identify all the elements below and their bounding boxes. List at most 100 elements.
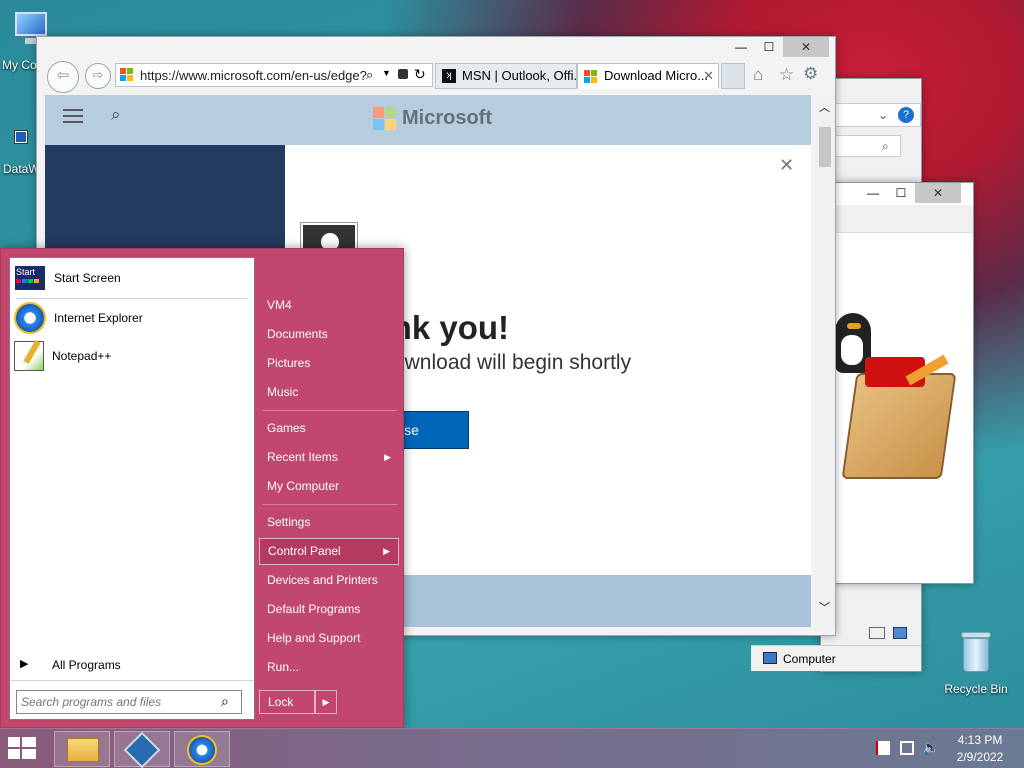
view-icon[interactable] [893, 627, 907, 639]
start-item-documents[interactable]: Documents [259, 322, 399, 346]
microsoft-logo-icon [120, 68, 134, 82]
home-icon[interactable]: ⌂ [753, 65, 763, 85]
explorer-address-bar[interactable]: ⌄ ? [821, 103, 921, 127]
window-controls: — ☐ ✕ [859, 183, 961, 203]
tab-label: MSN | Outlook, Offi... [462, 68, 577, 83]
start-item-help-and-support[interactable]: Help and Support [259, 626, 399, 650]
desktop-icon-label: Recycle Bin [944, 682, 1008, 696]
shortcut-icon [8, 116, 38, 146]
start-button[interactable] [8, 737, 36, 761]
start-screen-icon: Start [14, 265, 46, 291]
help-icon[interactable]: ? [898, 107, 914, 123]
network-icon[interactable] [900, 741, 914, 755]
clock-time: 4:13 PM [957, 733, 1003, 747]
minimize-icon[interactable]: — [859, 183, 887, 203]
close-icon[interactable]: ✕ [783, 37, 829, 57]
start-item-label: Recent Items [267, 450, 338, 464]
close-icon[interactable]: ✕ [915, 183, 961, 203]
all-programs-link[interactable]: ▶ All Programs [18, 654, 246, 676]
action-center-flag-icon[interactable] [876, 741, 890, 755]
msn-icon: ʞ [442, 69, 456, 83]
microsoft-logo-icon [584, 70, 598, 84]
program-notepad-plus-plus[interactable]: Notepad++ [14, 338, 250, 374]
url-text[interactable]: https://www.microsoft.com/en-us/edge? [140, 68, 367, 83]
refresh-icon[interactable]: ↻ [414, 66, 426, 83]
taskbar: 🔈 4:13 PM 2/9/2022 [0, 728, 1024, 768]
window-controls: — ☐ ✕ [727, 37, 829, 57]
internet-explorer-icon [14, 302, 46, 334]
triangle-right-icon: ▶ [383, 546, 390, 556]
lock-icon[interactable] [398, 69, 408, 79]
search-icon[interactable]: ⌕ [111, 105, 121, 125]
forward-button[interactable]: ⇨ [85, 63, 111, 89]
start-item-default-programs[interactable]: Default Programs [259, 597, 399, 621]
notepad-plus-plus-icon [14, 340, 44, 371]
start-item-pictures[interactable]: Pictures [259, 351, 399, 375]
internet-explorer-icon [187, 735, 217, 765]
start-item-devices-and-printers[interactable]: Devices and Printers [259, 568, 399, 592]
site-brand[interactable]: Microsoft [402, 107, 492, 130]
all-programs-label: All Programs [52, 658, 121, 672]
tab-download-edge[interactable]: Download Micro... ✕ [577, 63, 719, 89]
taskbar-virtualbox[interactable] [114, 731, 170, 768]
desktop-icon-label: DataW [3, 162, 40, 176]
virtualbox-icon [123, 731, 161, 768]
start-item-control-panel[interactable]: Control Panel ▶ [259, 538, 399, 565]
start-item-settings[interactable]: Settings [259, 510, 399, 534]
program-internet-explorer[interactable]: Internet Explorer [14, 300, 250, 336]
site-header: ⌕ Microsoft [45, 95, 811, 145]
volume-muted-icon[interactable]: 🔈 [922, 739, 939, 756]
favorites-star-icon[interactable]: ☆ [779, 65, 794, 85]
clock[interactable]: 4:13 PM 2/9/2022 [950, 733, 1010, 764]
maximize-icon[interactable]: ☐ [755, 37, 783, 57]
chevron-down-icon[interactable]: ﹀ [819, 599, 830, 615]
chevron-down-icon[interactable]: ⌄ [878, 108, 888, 122]
taskbar-file-explorer[interactable] [54, 731, 110, 767]
tux-toolbox-icon [835, 313, 975, 493]
recycle-bin-icon [959, 630, 993, 674]
microsoft-logo-icon [373, 107, 397, 131]
program-label: Internet Explorer [54, 311, 143, 325]
taskbar-internet-explorer[interactable] [174, 731, 230, 767]
address-bar[interactable]: https://www.microsoft.com/en-us/edge? ⌕ … [115, 63, 433, 87]
vertical-scrollbar[interactable]: ︿ ﹀ [815, 95, 835, 627]
image-window[interactable]: — ☐ ✕ [834, 182, 974, 584]
tab-msn[interactable]: ʞ MSN | Outlook, Offi... [435, 63, 577, 89]
start-item-my-computer[interactable]: My Computer [259, 474, 399, 498]
start-tile-text: Start [16, 267, 36, 277]
chevron-down-icon[interactable]: ▼ [382, 68, 391, 78]
triangle-right-icon: ▶ [20, 658, 29, 670]
view-icon[interactable] [869, 627, 885, 639]
start-item-recent-items[interactable]: Recent Items ▶ [259, 445, 399, 469]
lock-options-button[interactable]: ▶ [315, 690, 337, 714]
start-search-input[interactable] [21, 694, 211, 710]
program-start-screen[interactable]: Start Start Screen [14, 260, 250, 296]
back-button[interactable]: ⇦ [47, 61, 79, 93]
close-icon[interactable]: ✕ [779, 155, 794, 176]
search-icon[interactable]: ⌕ [366, 67, 373, 83]
hamburger-menu-icon[interactable] [63, 109, 83, 123]
start-item-vm4[interactable]: VM4 [259, 293, 399, 317]
menu-separator [263, 504, 397, 505]
folder-icon [67, 738, 99, 762]
start-item-run[interactable]: Run... [259, 655, 399, 679]
start-item-games[interactable]: Games [259, 416, 399, 440]
new-tab-button[interactable] [721, 63, 745, 89]
close-tab-icon[interactable]: ✕ [703, 64, 714, 88]
desktop-icon-recycle-bin[interactable]: Recycle Bin [940, 630, 1012, 696]
maximize-icon[interactable]: ☐ [887, 183, 915, 203]
lock-button[interactable]: Lock [259, 690, 315, 714]
chevron-up-icon[interactable]: ︿ [819, 99, 830, 115]
scrollbar-thumb[interactable] [819, 127, 831, 167]
minimize-icon[interactable]: — [727, 37, 755, 57]
ie-toolbar: — ☐ ✕ ⇦ ⇨ https://www.microsoft.com/en-u… [37, 37, 835, 95]
settings-gear-icon[interactable]: ⚙ [803, 64, 818, 84]
status-bar: Computer [751, 645, 921, 671]
computer-icon [763, 652, 777, 664]
start-item-music[interactable]: Music [259, 380, 399, 404]
search-icon[interactable]: ⌕ [221, 693, 229, 710]
start-item-label: Control Panel [268, 544, 341, 558]
status-text: Computer [783, 652, 836, 666]
start-search-box[interactable]: ⌕ [16, 690, 242, 714]
start-menu: Start Start Screen Internet Explorer Not… [0, 248, 404, 728]
